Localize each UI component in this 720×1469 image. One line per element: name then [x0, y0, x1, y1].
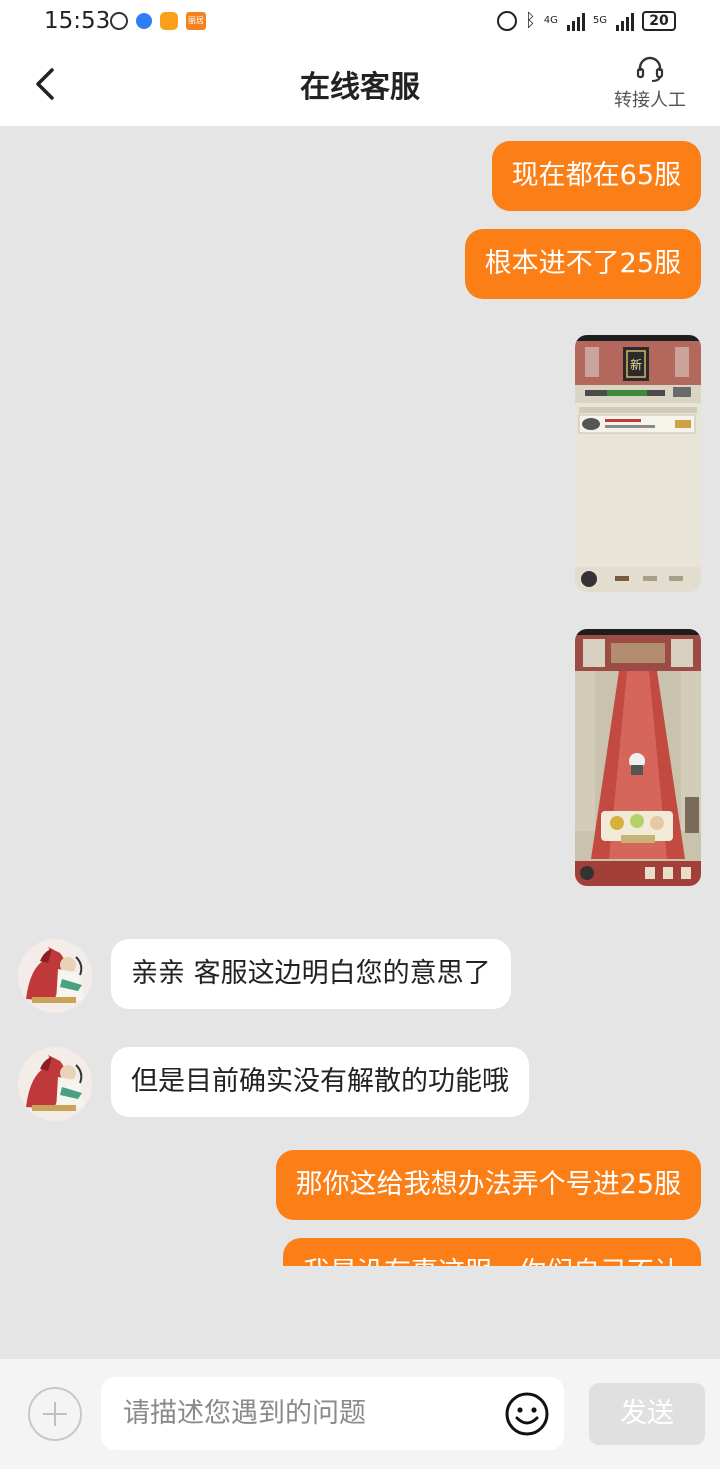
status-time: 15:53: [44, 8, 111, 34]
add-attachment-button[interactable]: [28, 1387, 82, 1441]
signal-icon-2: [616, 11, 634, 31]
agent-avatar[interactable]: [18, 939, 92, 1013]
message-image-game-server-list[interactable]: 新: [575, 335, 701, 592]
notification-icons: 丽居: [110, 12, 206, 30]
message-bubble-incoming[interactable]: 亲亲 客服这边明白您的意思了: [111, 939, 511, 1009]
status-bar: 15:53 丽居 ᛒ 4G 5G 20: [0, 0, 720, 44]
send-button[interactable]: 发送: [589, 1383, 705, 1445]
agent-avatar[interactable]: [18, 1047, 92, 1121]
sync-icon: [110, 12, 128, 30]
message-bubble-incoming[interactable]: 但是目前确实没有解散的功能哦: [111, 1047, 529, 1117]
alarm-icon: [496, 10, 517, 31]
message-bubble-outgoing[interactable]: 那你这给我想办法弄个号进25服: [275, 1150, 701, 1220]
battery-icon: 20: [642, 10, 676, 31]
message-image-game-palace-hall[interactable]: [575, 629, 701, 886]
transfer-label: 转接人工: [614, 90, 686, 111]
message-bubble-outgoing[interactable]: 现在都在65服: [491, 141, 701, 211]
message-input-bar: 发送: [0, 1359, 720, 1469]
chat-message-list[interactable]: 现在都在65服 根本进不了25服 新 亲亲 客服这边明白您的意思了 但是目前确实…: [0, 126, 720, 1266]
message-input[interactable]: [101, 1377, 481, 1450]
headset-icon: [636, 56, 664, 82]
network-type-2: 5G: [592, 14, 607, 26]
transfer-to-human-button[interactable]: 转接人工: [610, 54, 690, 112]
browser-icon: [136, 13, 152, 29]
bluetooth-icon: ᛒ: [524, 10, 536, 31]
message-bubble-outgoing[interactable]: 根本进不了25服: [464, 229, 701, 299]
network-type-1: 4G: [543, 14, 558, 26]
system-icons: ᛒ 4G 5G 20: [496, 10, 676, 31]
svg-text:新: 新: [630, 357, 642, 372]
app-notification-icon: [160, 12, 178, 30]
message-bubble-outgoing-partial[interactable]: 我是没有事这服，你们自己不让: [283, 1238, 701, 1266]
app-badge-icon: 丽居: [186, 12, 206, 30]
emoji-icon[interactable]: [504, 1391, 550, 1437]
signal-icon: [566, 11, 585, 31]
app-header: 在线客服 转接人工: [0, 44, 720, 126]
message-text-field[interactable]: [101, 1377, 564, 1450]
